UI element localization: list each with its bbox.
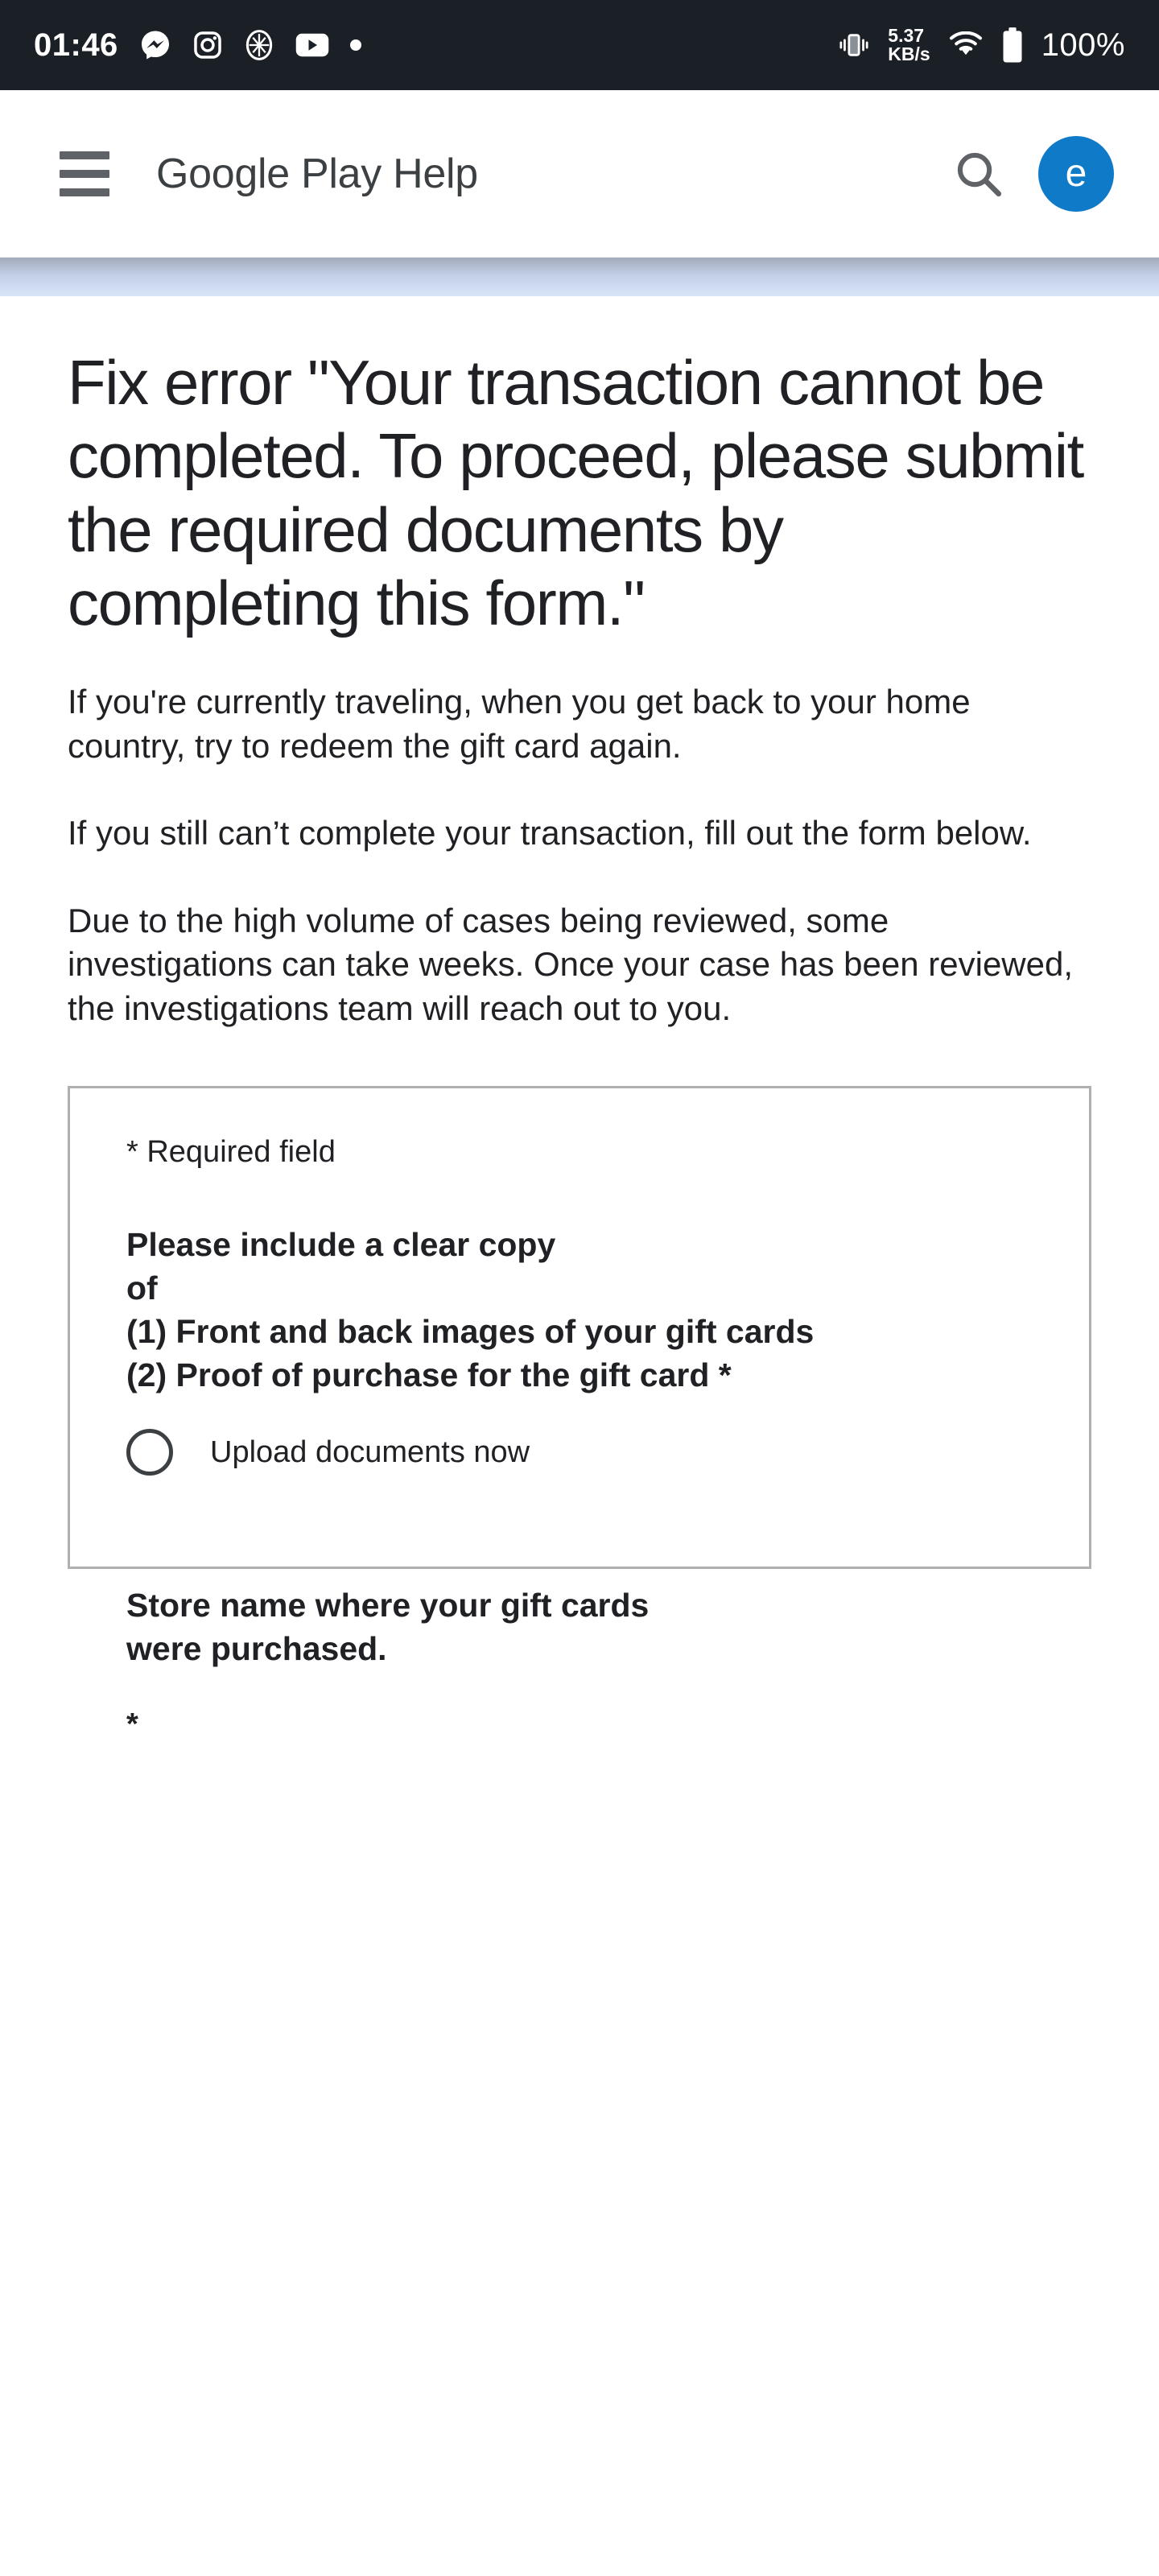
hamburger-menu-icon[interactable] xyxy=(60,151,109,196)
status-bar-clock: 01:46 xyxy=(34,27,118,63)
form-question-2-line: Store name where your gift cards xyxy=(126,1587,650,1624)
form-question-2-required-marker: * xyxy=(126,1707,138,1742)
hamburger-bar xyxy=(60,188,109,196)
avatar-initial: e xyxy=(1065,152,1087,195)
page-title: Google Play Help xyxy=(156,150,478,197)
radio-button-icon[interactable] xyxy=(126,1429,173,1476)
network-speed: 5.37 KB/s xyxy=(888,24,930,64)
article-paragraph: If you still can’t complete your transac… xyxy=(68,814,1032,852)
battery-icon xyxy=(1001,27,1024,64)
avatar[interactable]: e xyxy=(1038,135,1114,212)
article-title: Fix error "Your transaction cannot be co… xyxy=(68,347,1084,638)
network-speed-unit: KB/s xyxy=(888,43,930,64)
dot-indicator-icon xyxy=(349,39,361,51)
form-question-2-line: were purchased. xyxy=(126,1630,387,1668)
radio-option-label: Upload documents now xyxy=(210,1435,530,1469)
search-icon[interactable] xyxy=(950,145,1008,203)
vibrate-icon xyxy=(838,31,870,60)
wifi-icon xyxy=(948,31,984,59)
article-content: Fix error "Your transaction cannot be co… xyxy=(0,346,1159,1741)
required-field-note: * Required field xyxy=(126,1134,336,1169)
form-question-1-line: (1) Front and back images of your gift c… xyxy=(126,1312,815,1350)
form-question-2: Store name where your gift cards were pu… xyxy=(126,1583,1089,1670)
shield-icon xyxy=(244,29,274,61)
status-bar-right: 5.37 KB/s 100% xyxy=(838,24,1125,64)
status-bar-left: 01:46 xyxy=(34,27,361,64)
hero-gradient-band xyxy=(0,258,1159,296)
hamburger-bar xyxy=(60,151,109,159)
instagram-icon xyxy=(192,30,223,60)
article-paragraph: Due to the high volume of cases being re… xyxy=(68,901,1074,1027)
form-question-1-line: of xyxy=(126,1269,158,1307)
status-bar: 01:46 5.37 KB/s 100% xyxy=(0,0,1159,90)
app-header: Google Play Help e xyxy=(0,90,1159,258)
form-question-1-line: Please include a clear copy xyxy=(126,1225,556,1263)
embedded-form: * Required field Please include a clear … xyxy=(68,1085,1091,1741)
network-speed-value: 5.37 xyxy=(888,24,925,46)
header-actions: e xyxy=(950,135,1114,212)
hamburger-bar xyxy=(60,169,109,178)
form-question-1-line: (2) Proof of purchase for the gift card … xyxy=(126,1356,732,1393)
youtube-icon xyxy=(295,32,329,58)
battery-percent: 100% xyxy=(1041,27,1125,63)
messenger-icon xyxy=(139,29,171,61)
form-question-1: Please include a clear copy of (1) Front… xyxy=(126,1223,1089,1397)
radio-option-upload-documents-now[interactable]: Upload documents now xyxy=(126,1429,1089,1476)
article-paragraph: If you're currently traveling, when you … xyxy=(68,683,971,765)
